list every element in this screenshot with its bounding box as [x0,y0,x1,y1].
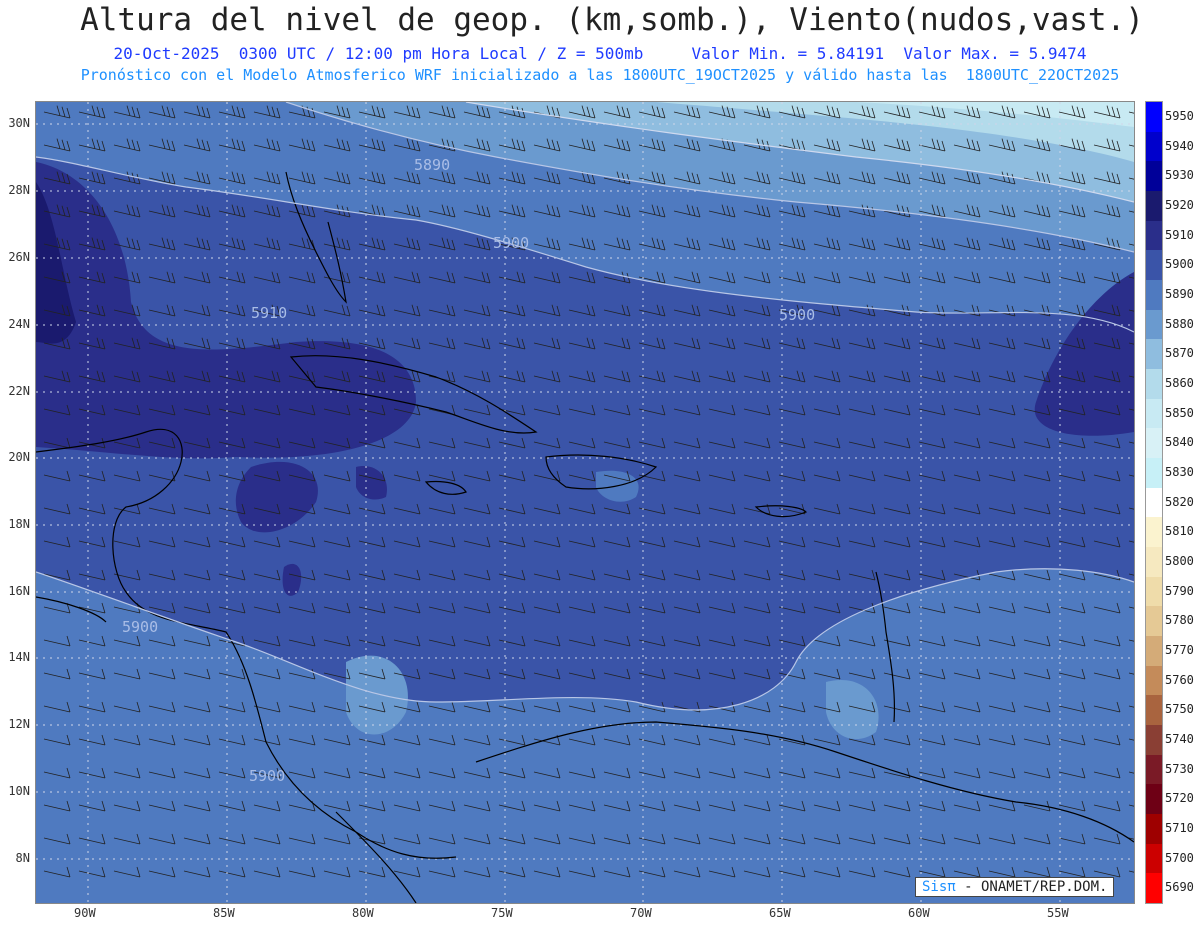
lat-label: 16N [8,584,30,598]
lat-label: 12N [8,717,30,731]
colorbar-label: 5740 [1165,731,1194,746]
colorbar-label: 5790 [1165,583,1194,598]
colorbar-segment [1146,309,1162,340]
lat-label: 26N [8,250,30,264]
colorbar-segment [1146,754,1162,785]
lon-label: 75W [491,906,513,920]
colorbar-label: 5870 [1165,346,1194,361]
colorbar-label: 5830 [1165,464,1194,479]
colorbar-label: 5940 [1165,138,1194,153]
colorbar-segment [1146,547,1162,578]
colorbar-label: 5770 [1165,642,1194,657]
lat-label: 28N [8,183,30,197]
lat-label: 30N [8,116,30,130]
colorbar-segment [1146,784,1162,815]
colorbar-segment [1146,695,1162,726]
colorbar-segment [1146,339,1162,370]
colorbar-label: 5710 [1165,820,1194,835]
colorbar-segment [1146,814,1162,845]
colorbar-segment [1146,487,1162,518]
lat-label: 24N [8,317,30,331]
colorbar-label: 5860 [1165,375,1194,390]
colorbar-label: 5840 [1165,435,1194,450]
colorbar [1145,101,1163,904]
lat-label: 14N [8,650,30,664]
lon-label: 90W [74,906,96,920]
colorbar-segment [1146,250,1162,281]
colorbar-segment [1146,725,1162,756]
colorbar-segment [1146,873,1162,904]
model-info-line: Pronóstico con el Modelo Atmosferico WRF… [80,66,1120,84]
contour-label: 5900 [122,618,159,636]
colorbar-segment [1146,369,1162,400]
contour-label: 5900 [493,234,530,252]
colorbar-label: 5850 [1165,405,1194,420]
colorbar-segment [1146,161,1162,192]
colorbar-segment [1146,280,1162,311]
colorbar-segment [1146,636,1162,667]
colorbar-segment [1146,576,1162,607]
credit-box: Sisπ - ONAMET/REP.DOM. [915,877,1115,897]
map-panel: 5890 5900 5910 5900 5900 5900 [35,101,1135,904]
lat-label: 8N [15,851,30,865]
lat-label: 22N [8,384,30,398]
colorbar-label: 5920 [1165,197,1194,212]
credit-text: - ONAMET/REP.DOM. [955,879,1108,895]
colorbar-segment [1146,517,1162,548]
colorbar-label: 5750 [1165,702,1194,717]
colorbar-label: 5760 [1165,672,1194,687]
lon-label: 65W [769,906,791,920]
lat-label: 20N [8,450,30,464]
colorbar-segment [1146,665,1162,696]
colorbar-label: 5820 [1165,494,1194,509]
colorbar-segment [1146,131,1162,162]
map-canvas [36,102,1134,903]
lat-label: 10N [8,784,30,798]
lon-label: 70W [630,906,652,920]
chart-title: Altura del nivel de geop. (km,somb.), Vi… [80,2,1144,38]
colorbar-label: 5810 [1165,524,1194,539]
colorbar-label: 5700 [1165,850,1194,865]
brand-logo: Sisπ [922,879,956,895]
colorbar-segment [1146,398,1162,429]
colorbar-label: 5950 [1165,108,1194,123]
colorbar-label: 5890 [1165,286,1194,301]
colorbar-segment [1146,606,1162,637]
valid-time-line: 20-Oct-2025 0300 UTC / 12:00 pm Hora Loc… [113,44,1087,63]
colorbar-label: 5730 [1165,761,1194,776]
colorbar-label: 5780 [1165,613,1194,628]
colorbar-label: 5930 [1165,168,1194,183]
colorbar-label: 5900 [1165,257,1194,272]
colorbar-segment [1146,191,1162,222]
contour-label: 5910 [251,304,288,322]
contour-label: 5890 [414,156,451,174]
colorbar-segment [1146,843,1162,874]
colorbar-segment [1146,428,1162,459]
lon-label: 55W [1047,906,1069,920]
colorbar-label: 5800 [1165,553,1194,568]
lon-label: 60W [908,906,930,920]
contour-label: 5900 [779,306,816,324]
colorbar-segment [1146,220,1162,251]
lat-label: 18N [8,517,30,531]
colorbar-label: 5690 [1165,880,1194,895]
contour-label: 5900 [249,767,286,785]
colorbar-segment [1146,102,1162,133]
lon-label: 80W [352,906,374,920]
colorbar-label: 5720 [1165,791,1194,806]
lon-label: 85W [213,906,235,920]
colorbar-label: 5880 [1165,316,1194,331]
colorbar-segment [1146,458,1162,489]
colorbar-label: 5910 [1165,227,1194,242]
